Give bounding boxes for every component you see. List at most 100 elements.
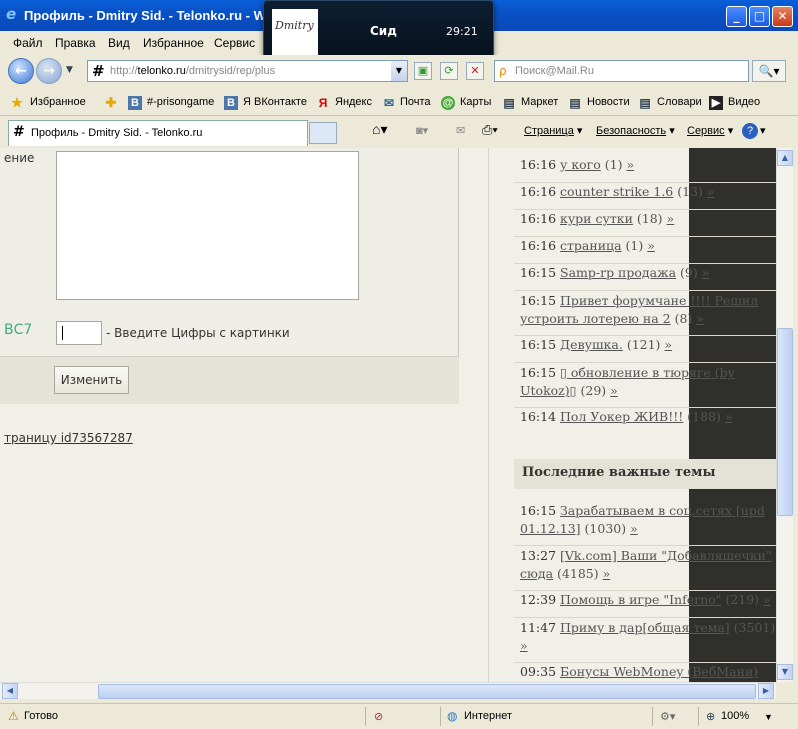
help-icon[interactable]: ?	[742, 123, 758, 139]
ie-icon: e	[6, 5, 17, 23]
tools-menu[interactable]: Сервис ▾	[687, 124, 733, 137]
fav-vkontakte[interactable]: Я ВКонтакте	[243, 96, 307, 108]
menu-edit[interactable]: Правка	[55, 36, 96, 50]
globe-icon: ◍	[447, 709, 458, 723]
favorites-button[interactable]: Избранное	[30, 96, 86, 108]
status-divider	[698, 707, 699, 726]
safety-menu[interactable]: Безопасность ▾	[596, 124, 675, 137]
maps-icon: @	[441, 96, 455, 110]
captcha-image: ВС7	[4, 322, 33, 338]
message-textarea[interactable]	[56, 151, 359, 300]
new-tab-button[interactable]	[309, 122, 337, 144]
status-divider	[440, 707, 441, 726]
scroll-down-button[interactable]: ▼	[777, 664, 793, 680]
profile-link[interactable]: траницу id73567287	[4, 431, 133, 445]
maximize-button[interactable]: □	[749, 6, 770, 27]
stop-icon[interactable]: ✕	[466, 62, 484, 80]
change-button[interactable]: Изменить	[54, 366, 129, 394]
history-dropdown-icon[interactable]: ▼	[66, 65, 73, 75]
search-provider-icon: ρ	[499, 64, 507, 78]
form-footer: Изменить	[0, 356, 459, 404]
edit-form: ение ВС7 - Введите Цифры с картинки Изме…	[0, 148, 459, 404]
mail-icon: ✉	[383, 96, 395, 110]
popup-time: 29:21	[446, 25, 478, 38]
scroll-up-button[interactable]: ▲	[777, 150, 793, 166]
zone-text: Интернет	[464, 710, 512, 722]
list-item[interactable]: 12:39 Помощь в игре "Inferno" (219) »	[514, 591, 776, 618]
help-dropdown-icon[interactable]: ▾	[760, 124, 766, 137]
yandex-icon: Я	[318, 96, 328, 110]
status-text: Готово	[24, 710, 58, 722]
popup-name: Сид	[370, 24, 397, 38]
protected-mode-icon[interactable]: ⚙▾	[660, 710, 675, 723]
page-content: ение ВС7 - Введите Цифры с картинки Изме…	[0, 148, 776, 682]
scroll-right-button[interactable]: ▶	[758, 683, 774, 699]
menu-tools[interactable]: Сервис	[214, 36, 255, 50]
site-icon: #	[13, 124, 25, 140]
zoom-level[interactable]: 100%	[721, 710, 749, 722]
vertical-scrollbar[interactable]: ▲ ▼	[776, 148, 793, 682]
zoom-dropdown-icon[interactable]: ▼	[764, 712, 773, 722]
print-icon[interactable]: ⎙▾	[482, 122, 498, 138]
search-box[interactable]: ρ Поиск@Mail.Ru	[494, 60, 749, 82]
read-mail-icon[interactable]: ✉	[456, 124, 465, 137]
news-icon: ▤	[569, 96, 581, 110]
address-bar[interactable]: # http://telonko.ru/dmitrysid/rep/plus ▼	[87, 60, 408, 82]
fav-maps[interactable]: Карты	[460, 96, 491, 108]
address-input[interactable]: http://telonko.ru/dmitrysid/rep/plus	[110, 65, 275, 77]
favorites-bar: ★ Избранное ✚ B #-prisongame B Я ВКонтак…	[0, 88, 798, 116]
fav-yandex[interactable]: Яндекс	[335, 96, 372, 108]
vertical-scroll-thumb[interactable]	[777, 328, 793, 516]
vk-icon: B	[128, 96, 142, 110]
navigation-bar: ← → ▼ # http://telonko.ru/dmitrysid/rep/…	[0, 55, 798, 88]
zoom-icon[interactable]: ⊕	[706, 710, 715, 723]
notification-popup[interactable]: Dmitry Сид 29:21	[263, 0, 494, 62]
menu-file[interactable]: Файл	[13, 36, 43, 50]
captcha-input[interactable]	[56, 321, 102, 345]
horizontal-scroll-thumb[interactable]	[98, 684, 756, 699]
list-item[interactable]: 13:27 [Vk.com] Ваши "Добавляшечки" сюда …	[514, 546, 776, 591]
status-bar: ⚠ Готово ⊘ ◍ Интернет ⚙▾ ⊕ 100% ▼	[0, 703, 798, 729]
captcha-hint: - Введите Цифры с картинки	[106, 326, 290, 340]
minimize-button[interactable]: _	[726, 6, 747, 27]
refresh-icon[interactable]: ⟳	[440, 62, 458, 80]
star-icon: ★	[11, 95, 23, 110]
scroll-left-button[interactable]: ◀	[2, 683, 18, 699]
video-icon: ▶	[709, 96, 723, 110]
vk-icon-2: B	[224, 96, 238, 110]
search-button[interactable]: 🔍▾	[752, 60, 786, 82]
dictionary-icon: ▤	[639, 96, 651, 110]
back-button[interactable]: ←	[8, 58, 34, 84]
fav-market[interactable]: Маркет	[521, 96, 558, 108]
page-menu[interactable]: Страница ▾	[524, 124, 582, 137]
compat-view-icon[interactable]: ▣	[414, 62, 432, 80]
menu-view[interactable]: Вид	[108, 36, 130, 50]
horizontal-scrollbar[interactable]: ◀ ▶	[0, 682, 776, 699]
fav-video[interactable]: Видео	[728, 96, 760, 108]
address-dropdown-icon[interactable]: ▼	[391, 61, 407, 81]
list-item[interactable]: 09:35 Бонусы WebMoney (ВебМани)	[514, 663, 776, 682]
fav-mail[interactable]: Почта	[400, 96, 431, 108]
feeds-icon[interactable]: ◙▾	[416, 124, 428, 137]
fav-prisongame[interactable]: #-prisongame	[147, 96, 214, 108]
fav-dictionary[interactable]: Словари	[657, 96, 702, 108]
menu-favorites[interactable]: Избранное	[143, 36, 204, 50]
home-icon[interactable]: ⌂▾	[372, 121, 387, 138]
close-button[interactable]: ✕	[772, 6, 793, 27]
list-item[interactable]: 16:15 Зарабатываем в соц.сетях [upd 01.1…	[514, 501, 776, 546]
site-icon: #	[92, 62, 105, 80]
warning-icon: ⚠	[8, 709, 19, 723]
field-label: ение	[4, 151, 35, 165]
status-divider	[652, 707, 653, 726]
scroll-corner	[776, 682, 793, 699]
market-icon: ▤	[503, 96, 515, 110]
fav-news[interactable]: Новости	[587, 96, 630, 108]
add-favorite-icon[interactable]: ✚	[104, 96, 118, 110]
tab-bar: # Профиль - Dmitry Sid. - Telonko.ru ⌂▾ …	[0, 116, 798, 148]
list-item[interactable]: 11:47 Приму в дар[общая тема] (3501) »	[514, 618, 776, 663]
popup-blocker-icon[interactable]: ⊘	[374, 710, 383, 723]
column-divider	[488, 148, 489, 682]
tab-profile[interactable]: # Профиль - Dmitry Sid. - Telonko.ru	[8, 120, 308, 146]
forward-button[interactable]: →	[36, 58, 62, 84]
search-input[interactable]: Поиск@Mail.Ru	[515, 65, 594, 77]
